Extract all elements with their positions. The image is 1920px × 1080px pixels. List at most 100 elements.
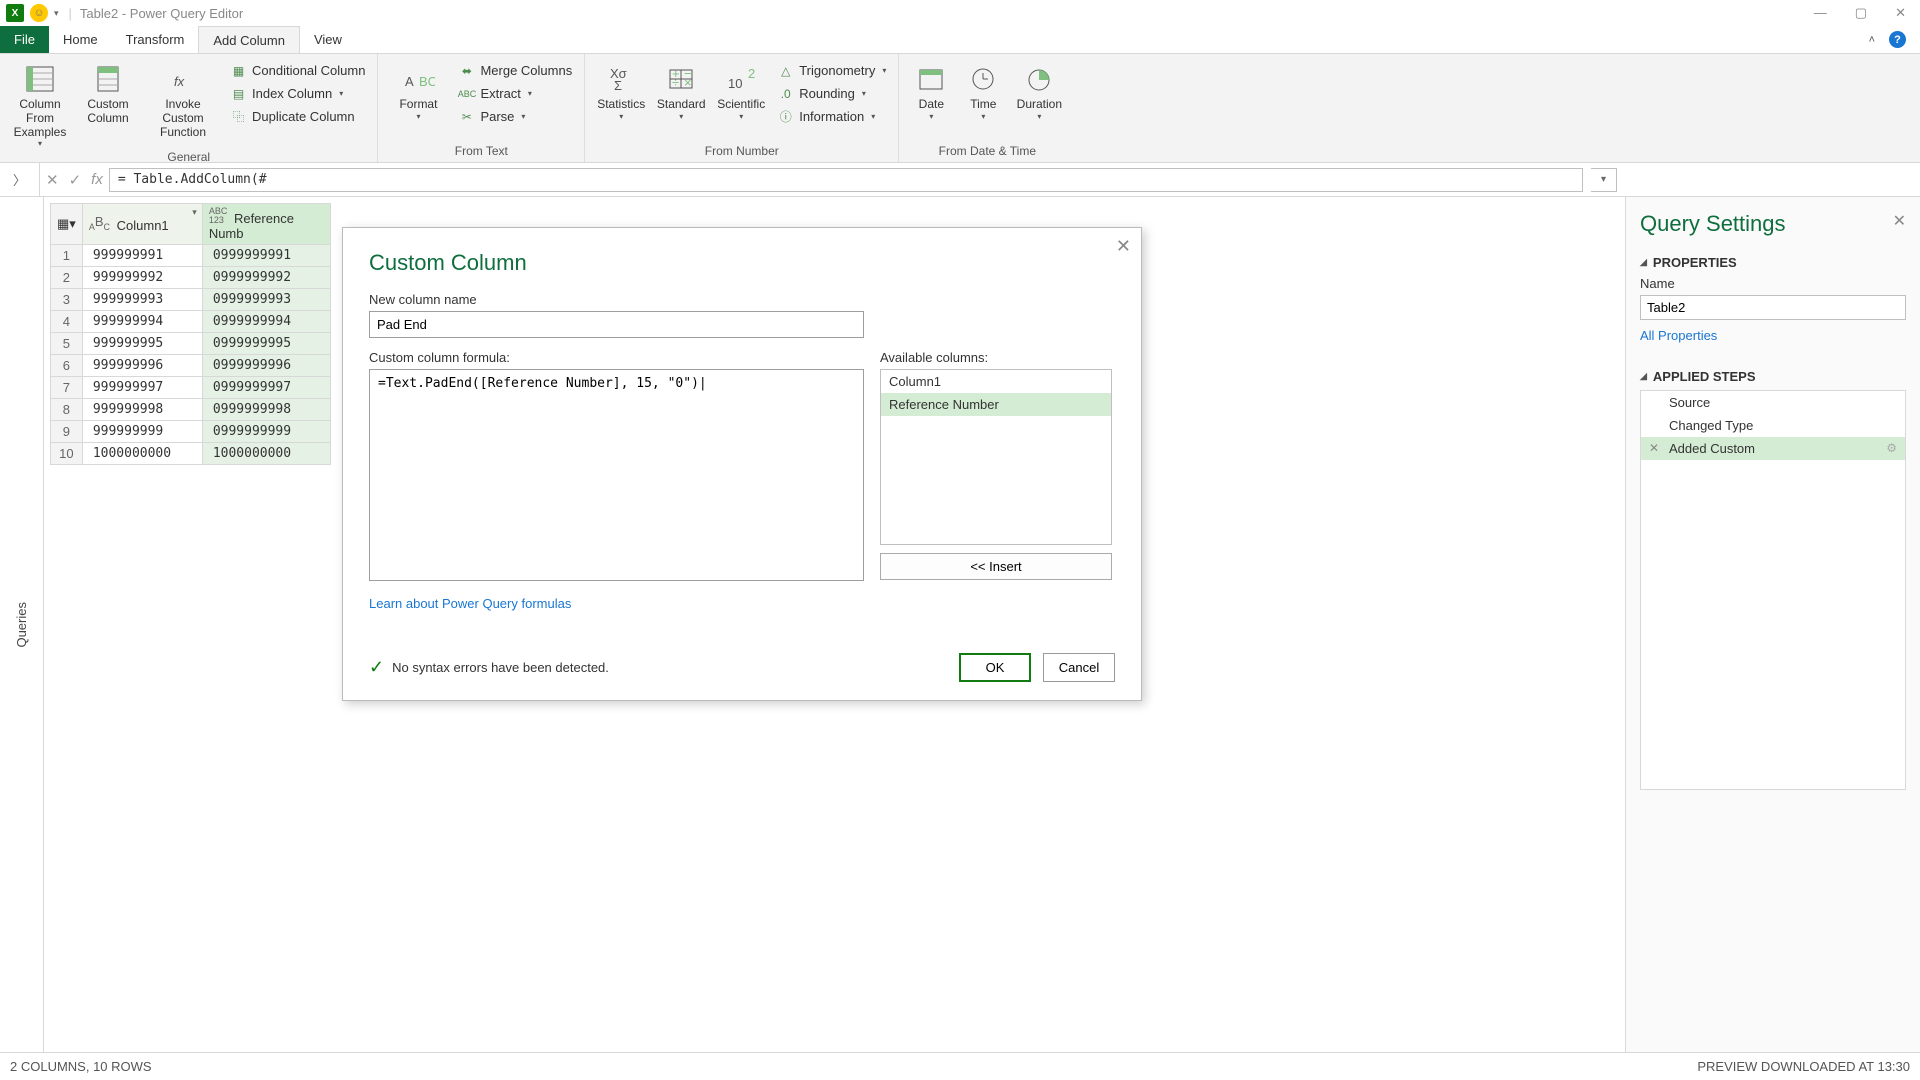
cell-column1[interactable]: 999999991 xyxy=(82,245,202,267)
parse-button[interactable]: ✂ Parse ▾ xyxy=(454,106,576,127)
fx-icon[interactable]: fx xyxy=(91,171,103,188)
cell-column1[interactable]: 999999997 xyxy=(82,377,202,399)
available-column-column1[interactable]: Column1 xyxy=(881,370,1111,393)
duration-button[interactable]: Duration ▾ xyxy=(1011,58,1067,121)
column-header-reference-number[interactable]: ABC123 Reference Numb xyxy=(202,204,330,245)
cell-column1[interactable]: 999999993 xyxy=(82,289,202,311)
fx-cancel-icon[interactable]: ✕ xyxy=(46,171,59,189)
table-row[interactable]: 9 999999999 0999999999 xyxy=(51,421,331,443)
type-text-icon: ABC xyxy=(89,215,110,232)
all-properties-link[interactable]: All Properties xyxy=(1640,328,1717,343)
properties-section-title[interactable]: PROPERTIES xyxy=(1640,255,1906,270)
cell-reference-number[interactable]: 0999999992 xyxy=(202,267,330,289)
smiley-icon[interactable]: ☺ xyxy=(30,4,48,22)
cell-column1[interactable]: 999999996 xyxy=(82,355,202,377)
panel-close-icon[interactable]: ✕ xyxy=(1893,211,1906,231)
row-number: 6 xyxy=(51,355,83,377)
dialog-close-icon[interactable]: ✕ xyxy=(1116,236,1131,257)
tab-file[interactable]: File xyxy=(0,26,49,53)
cell-column1[interactable]: 999999992 xyxy=(82,267,202,289)
step-source[interactable]: Source xyxy=(1641,391,1905,414)
delete-step-icon[interactable]: ✕ xyxy=(1649,441,1659,455)
formula-input[interactable] xyxy=(109,168,1583,192)
column-header-column1[interactable]: ABC Column1 ▾ xyxy=(82,204,202,245)
table-row[interactable]: 4 999999994 0999999994 xyxy=(51,311,331,333)
table-row[interactable]: 2 999999992 0999999992 xyxy=(51,267,331,289)
trigonometry-button[interactable]: △ Trigonometry ▾ xyxy=(773,60,890,81)
applied-steps-section-title[interactable]: APPLIED STEPS xyxy=(1640,369,1906,384)
merge-columns-button[interactable]: ⬌ Merge Columns xyxy=(454,60,576,81)
information-button[interactable]: ⓘ Information ▾ xyxy=(773,106,890,127)
cell-reference-number[interactable]: 0999999993 xyxy=(202,289,330,311)
learn-link[interactable]: Learn about Power Query formulas xyxy=(369,596,571,611)
cell-reference-number[interactable]: 1000000000 xyxy=(202,443,330,465)
cell-column1[interactable]: 999999994 xyxy=(82,311,202,333)
gear-icon[interactable]: ⚙ xyxy=(1886,441,1897,455)
qat-dropdown-icon[interactable]: ▾ xyxy=(54,8,59,19)
tab-add-column[interactable]: Add Column xyxy=(198,26,300,53)
statistics-button[interactable]: XσΣ Statistics ▾ xyxy=(593,58,649,121)
cell-reference-number[interactable]: 0999999997 xyxy=(202,377,330,399)
cell-reference-number[interactable]: 0999999996 xyxy=(202,355,330,377)
queries-expand-icon[interactable]: 〉 xyxy=(0,163,40,196)
cell-column1[interactable]: 1000000000 xyxy=(82,443,202,465)
fx-commit-icon[interactable]: ✓ xyxy=(69,171,82,189)
available-column-reference-number[interactable]: Reference Number xyxy=(881,393,1111,416)
cell-column1[interactable]: 999999999 xyxy=(82,421,202,443)
invoke-custom-function-button[interactable]: fx Invoke Custom Function xyxy=(144,58,222,139)
scientific-button[interactable]: 102 Scientific ▾ xyxy=(713,58,769,121)
ribbon-collapse-icon[interactable]: ˄ xyxy=(1869,34,1875,46)
row-number: 4 xyxy=(51,311,83,333)
ribbon-group-from-number: XσΣ Statistics ▾ +−÷× Standard ▾ 102 Sci… xyxy=(585,54,899,162)
cell-reference-number[interactable]: 0999999995 xyxy=(202,333,330,355)
custom-column-dialog: ✕ Custom Column New column name Custom c… xyxy=(342,227,1142,701)
cell-column1[interactable]: 999999995 xyxy=(82,333,202,355)
custom-column-button[interactable]: Custom Column xyxy=(76,58,140,126)
ok-button[interactable]: OK xyxy=(959,653,1031,682)
ribbon-tabs: File Home Transform Add Column View ˄ ? xyxy=(0,26,1920,53)
window-minimize-icon[interactable]: — xyxy=(1814,5,1827,21)
filter-dropdown-icon[interactable]: ▾ xyxy=(189,206,200,219)
index-column-button[interactable]: ▤ Index Column ▾ xyxy=(226,83,369,104)
tab-transform[interactable]: Transform xyxy=(112,26,199,53)
insert-button[interactable]: << Insert xyxy=(880,553,1112,580)
cell-reference-number[interactable]: 0999999991 xyxy=(202,245,330,267)
formula-textarea[interactable] xyxy=(369,369,864,581)
help-icon[interactable]: ? xyxy=(1889,31,1906,48)
window-close-icon[interactable]: ✕ xyxy=(1895,5,1906,21)
chevron-down-icon: ▾ xyxy=(339,89,343,98)
table-row[interactable]: 10 1000000000 1000000000 xyxy=(51,443,331,465)
conditional-column-button[interactable]: ▦ Conditional Column xyxy=(226,60,369,81)
window-maximize-icon[interactable]: ▢ xyxy=(1855,5,1867,21)
tab-home[interactable]: Home xyxy=(49,26,112,53)
rounding-button[interactable]: .0 Rounding ▾ xyxy=(773,83,890,104)
cell-reference-number[interactable]: 0999999998 xyxy=(202,399,330,421)
cancel-button[interactable]: Cancel xyxy=(1043,653,1115,682)
time-button[interactable]: Time ▾ xyxy=(959,58,1007,121)
panel-title: Query Settings xyxy=(1640,211,1906,237)
duplicate-column-button[interactable]: ⿻ Duplicate Column xyxy=(226,106,369,127)
formula-dropdown-icon[interactable]: ▾ xyxy=(1591,168,1617,192)
table-row[interactable]: 3 999999993 0999999993 xyxy=(51,289,331,311)
conditional-icon: ▦ xyxy=(230,62,247,79)
date-button[interactable]: Date ▾ xyxy=(907,58,955,121)
step-changed-type[interactable]: Changed Type xyxy=(1641,414,1905,437)
standard-button[interactable]: +−÷× Standard ▾ xyxy=(653,58,709,121)
column-from-examples-button[interactable]: Column From Examples ▾ xyxy=(8,58,72,148)
tab-view[interactable]: View xyxy=(300,26,356,53)
table-row[interactable]: 8 999999998 0999999998 xyxy=(51,399,331,421)
table-row[interactable]: 6 999999996 0999999996 xyxy=(51,355,331,377)
table-row[interactable]: 5 999999995 0999999995 xyxy=(51,333,331,355)
cell-column1[interactable]: 999999998 xyxy=(82,399,202,421)
format-button[interactable]: ABC Format ▾ xyxy=(386,58,450,121)
table-corner[interactable]: ▦▾ xyxy=(51,204,83,245)
cell-reference-number[interactable]: 0999999994 xyxy=(202,311,330,333)
table-row[interactable]: 1 999999991 0999999991 xyxy=(51,245,331,267)
queries-rail[interactable]: Queries xyxy=(0,197,44,1052)
cell-reference-number[interactable]: 0999999999 xyxy=(202,421,330,443)
step-added-custom[interactable]: ✕ Added Custom ⚙ xyxy=(1641,437,1905,460)
query-name-input[interactable] xyxy=(1640,295,1906,320)
new-column-name-input[interactable] xyxy=(369,311,864,338)
table-row[interactable]: 7 999999997 0999999997 xyxy=(51,377,331,399)
extract-button[interactable]: ABC Extract ▾ xyxy=(454,83,576,104)
